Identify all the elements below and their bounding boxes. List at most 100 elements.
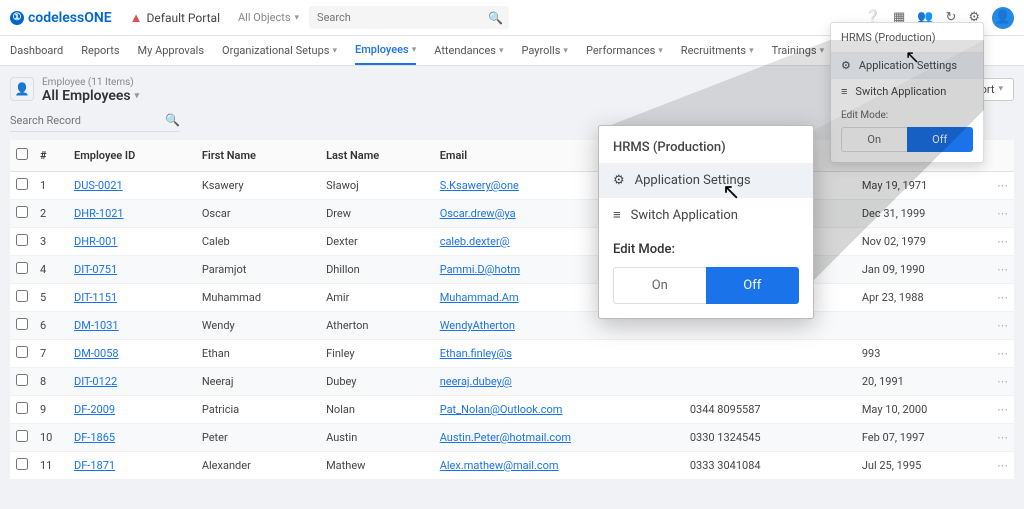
table-row[interactable]: 2DHR-1021OscarDrewOscar.drew@yaDec 31, 1… [10,200,1014,228]
cell-dob: Apr 23, 1988 [856,284,991,312]
email-link[interactable]: Muhammad.Am [440,291,519,304]
cell-ph: 0344 8095587 [684,396,856,424]
employees-table: # Employee ID First Name Last Name Email… [10,140,1014,480]
nav-my-approvals[interactable]: My Approvals [138,37,204,64]
employee-id-link[interactable]: DF-2009 [74,403,115,416]
table-row[interactable]: 3DHR-001CalebDextercaleb.dexter@Nov 02, … [10,228,1014,256]
col-eid[interactable]: Employee ID [68,140,196,172]
table-row[interactable]: 11DF-1871AlexanderMathewAlex.mathew@mail… [10,452,1014,480]
table-row[interactable]: 1DUS-0021KsawerySławojS.Ksawery@one00442… [10,172,1014,200]
toggle-off[interactable]: Off [907,127,974,152]
cell-dob: Nov 02, 1979 [856,228,991,256]
row-checkbox[interactable] [16,206,28,218]
cell-fn: Ksawery [196,172,320,200]
email-link[interactable]: Austin.Peter@hotmail.com [440,431,571,444]
nav-dashboard[interactable]: Dashboard [10,37,63,64]
row-checkbox[interactable] [16,234,28,246]
nav-reports[interactable]: Reports [81,37,119,64]
cell-num: 11 [34,452,68,480]
toggle-on[interactable]: On [841,127,907,152]
nav-trainings[interactable]: Trainings▾ [772,37,825,64]
row-menu-icon[interactable]: ⋯ [991,424,1014,452]
row-menu-icon[interactable]: ⋯ [991,368,1014,396]
employee-id-link[interactable]: DM-0058 [74,347,119,360]
row-checkbox[interactable] [16,402,28,414]
cell-fn: Neeraj [196,368,320,396]
email-link[interactable]: Ethan.finley@s [440,347,512,360]
nav-recruitments[interactable]: Recruitments▾ [681,37,754,64]
row-checkbox[interactable] [16,346,28,358]
cell-dob [856,312,991,340]
row-checkbox[interactable] [16,374,28,386]
table-row[interactable]: 5DIT-1151MuhammadAmirMuhammad.AmApr 23, … [10,284,1014,312]
employee-id-link[interactable]: DIT-0122 [74,375,117,388]
switch-app-item-lg[interactable]: ≡ Switch Application [599,197,813,232]
email-link[interactable]: Pammi.D@hotm [440,263,520,276]
row-checkbox[interactable] [16,178,28,190]
email-link[interactable]: caleb.dexter@ [440,235,510,248]
switch-app-item[interactable]: ≡ Switch Application [831,78,983,104]
col-fn[interactable]: First Name [196,140,320,172]
employee-id-link[interactable]: DM-1031 [74,319,119,332]
cell-fn: Muhammad [196,284,320,312]
col-ln[interactable]: Last Name [320,140,434,172]
employee-id-link[interactable]: DF-1871 [74,459,115,472]
nav-attendances[interactable]: Attendances▾ [434,37,503,64]
row-menu-icon[interactable]: ⋯ [991,396,1014,424]
nav-payrolls[interactable]: Payrolls▾ [522,37,568,64]
app-settings-item-lg[interactable]: ⚙ Application Settings [599,163,813,197]
toggle-on-lg[interactable]: On [613,267,706,304]
table-row[interactable]: 4DIT-0751ParamjotDhillonPammi.D@hotmJan … [10,256,1014,284]
row-menu-icon[interactable]: ⋯ [991,452,1014,480]
row-checkbox[interactable] [16,458,28,470]
cell-num: 10 [34,424,68,452]
search-record-input[interactable] [10,110,180,132]
portal-selector[interactable]: ▲ Default Portal [130,10,220,26]
row-menu-icon[interactable]: ⋯ [991,284,1014,312]
employee-id-link[interactable]: DIT-0751 [74,263,117,276]
select-all-checkbox[interactable] [16,148,28,160]
settings-panel-small: HRMS (Production) ⚙ Application Settings… [830,22,984,163]
employee-id-link[interactable]: DHR-001 [74,235,117,248]
row-menu-icon[interactable]: ⋯ [991,200,1014,228]
col-num[interactable]: # [34,140,68,172]
edit-mode-toggle-lg: On Off [599,263,813,318]
row-checkbox[interactable] [16,318,28,330]
page-title[interactable]: All Employees▾ [42,88,139,104]
table-row[interactable]: 6DM-1031WendyAthertonWendyAtherton⋯ [10,312,1014,340]
employee-id-link[interactable]: DF-1865 [74,431,115,444]
email-link[interactable]: S.Ksawery@one [440,179,519,192]
row-checkbox[interactable] [16,430,28,442]
row-menu-icon[interactable]: ⋯ [991,228,1014,256]
row-checkbox[interactable] [16,262,28,274]
employee-id-link[interactable]: DHR-1021 [74,207,124,220]
global-search-input[interactable] [309,6,509,29]
email-link[interactable]: Pat_Nolan@Outlook.com [440,403,563,416]
row-checkbox[interactable] [16,290,28,302]
avatar[interactable]: 👤 [992,7,1014,29]
email-link[interactable]: WendyAtherton [440,319,515,332]
table-row[interactable]: 9DF-2009PatriciaNolanPat_Nolan@Outlook.c… [10,396,1014,424]
nav-performances[interactable]: Performances▾ [586,37,663,64]
nav-org-setups[interactable]: Organizational Setups▾ [222,37,337,64]
table-row[interactable]: 8DIT-0122NeerajDubeyneeraj.dubey@20, 199… [10,368,1014,396]
brand-logo[interactable]: ① codelessONE [10,10,112,26]
cell-ln: Mathew [320,452,434,480]
row-menu-icon[interactable]: ⋯ [991,312,1014,340]
employee-id-link[interactable]: DIT-1151 [74,291,117,304]
table-row[interactable]: 7DM-0058EthanFinleyEthan.finley@s993⋯ [10,340,1014,368]
nav-employees[interactable]: Employees▾ [355,36,416,65]
employee-id-link[interactable]: DUS-0021 [74,179,123,192]
app-settings-item[interactable]: ⚙ Application Settings [831,52,983,78]
toggle-off-lg[interactable]: Off [706,267,800,304]
table-row[interactable]: 10DF-1865PeterAustinAustin.Peter@hotmail… [10,424,1014,452]
row-menu-icon[interactable]: ⋯ [991,256,1014,284]
all-objects-dropdown[interactable]: All Objects ▾ [238,11,299,24]
email-link[interactable]: Oscar.drew@ya [440,207,516,220]
email-link[interactable]: Alex.mathew@mail.com [440,459,559,472]
chevron-down-icon: ▾ [332,46,337,56]
row-menu-icon[interactable]: ⋯ [991,172,1014,200]
email-link[interactable]: neeraj.dubey@ [440,375,512,388]
row-menu-icon[interactable]: ⋯ [991,340,1014,368]
cell-ln: Austin [320,424,434,452]
